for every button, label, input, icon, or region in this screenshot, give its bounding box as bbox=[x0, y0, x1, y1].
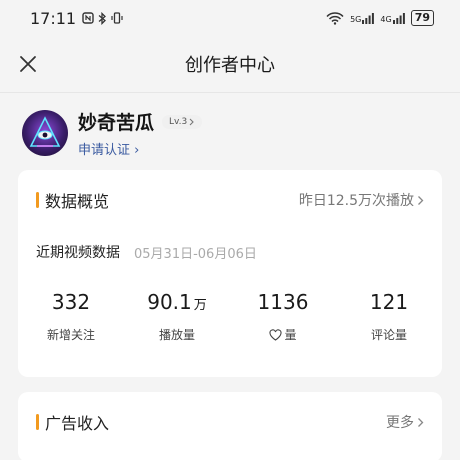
chevron-right-icon bbox=[189, 118, 195, 125]
stat-value: 1136 bbox=[258, 290, 309, 314]
stats-row: 332 新增关注 90.1 万 播放量 1136 量 121 评论量 bbox=[18, 290, 442, 343]
close-button[interactable] bbox=[16, 52, 40, 76]
stat-label: 评论量 bbox=[370, 328, 407, 342]
ad-income-header: 广告收入 更多 bbox=[36, 410, 424, 434]
stat-unit: 万 bbox=[193, 298, 207, 313]
stat-label: 量 bbox=[284, 328, 297, 342]
stat-label: 新增关注 bbox=[46, 328, 95, 342]
level-label: Lv.3 bbox=[169, 116, 188, 127]
wifi-icon bbox=[326, 11, 344, 25]
signal-4g-label: 4G bbox=[380, 14, 392, 24]
profile-header[interactable]: 妙奇苦瓜 Lv.3 申请认证 › bbox=[22, 108, 203, 158]
level-badge[interactable]: Lv.3 bbox=[162, 114, 203, 129]
signal-4g: 4G bbox=[380, 12, 405, 24]
stat-number: 121 bbox=[369, 290, 409, 314]
signal-icon bbox=[362, 12, 375, 24]
accent-bar bbox=[36, 192, 39, 208]
ad-income-title-wrap: 广告收入 bbox=[36, 410, 109, 434]
stat-comments[interactable]: 121 评论量 bbox=[336, 290, 442, 343]
stat-number: 90.1 bbox=[147, 290, 192, 314]
avatar[interactable] bbox=[22, 110, 68, 156]
status-time: 17:11 bbox=[30, 8, 77, 28]
bluetooth-icon bbox=[98, 11, 107, 25]
close-icon bbox=[20, 56, 36, 72]
stat-likes[interactable]: 1136 量 bbox=[230, 290, 336, 343]
status-bar: 17:11 5G 4G 79 bbox=[0, 0, 460, 36]
avatar-eye-pyramid-icon bbox=[29, 116, 61, 147]
profile-name-row: 妙奇苦瓜 Lv.3 bbox=[78, 108, 203, 135]
battery-indicator: 79 bbox=[410, 10, 434, 26]
stat-value: 90.1 万 bbox=[147, 290, 207, 314]
chevron-right-icon bbox=[418, 195, 424, 205]
data-overview-title: 数据概览 bbox=[45, 192, 110, 211]
more-link[interactable]: 更多 bbox=[386, 412, 424, 432]
yesterday-plays-link[interactable]: 昨日12.5万次播放 bbox=[299, 190, 424, 210]
period-range: 05月31日-06月06日 bbox=[134, 246, 257, 262]
stat-number: 332 bbox=[51, 290, 91, 314]
profile-name: 妙奇苦瓜 bbox=[78, 112, 155, 134]
stat-new-followers[interactable]: 332 新增关注 bbox=[18, 290, 124, 343]
ad-income-title: 广告收入 bbox=[45, 414, 110, 433]
data-overview-header: 数据概览 昨日12.5万次播放 bbox=[36, 188, 424, 212]
more-label: 更多 bbox=[386, 415, 414, 431]
ad-income-card: 广告收入 更多 bbox=[18, 392, 442, 460]
apply-verification-link[interactable]: 申请认证 › bbox=[78, 139, 202, 158]
status-right: 5G 4G 79 bbox=[326, 10, 434, 26]
chevron-right-icon bbox=[418, 417, 424, 427]
heart-icon bbox=[269, 328, 283, 341]
accent-bar bbox=[36, 414, 39, 430]
stat-play-count[interactable]: 90.1 万 播放量 bbox=[124, 290, 230, 343]
stat-label: 播放量 bbox=[158, 328, 195, 342]
data-overview-card: 数据概览 昨日12.5万次播放 近期视频数据 05月31日-06月06日 332… bbox=[18, 170, 442, 377]
period-label: 近期视频数据 bbox=[36, 245, 120, 261]
stat-value: 121 bbox=[370, 290, 408, 314]
signal-icon-2 bbox=[392, 12, 405, 24]
yesterday-plays-label: 昨日12.5万次播放 bbox=[298, 193, 414, 209]
nfc-icon bbox=[82, 12, 94, 24]
stat-value: 332 bbox=[52, 290, 90, 314]
status-left: 17:11 bbox=[30, 9, 123, 28]
vibrate-icon bbox=[111, 12, 123, 24]
nav-divider bbox=[0, 92, 460, 93]
period-row: 近期视频数据 05月31日-06月06日 bbox=[36, 242, 257, 262]
page-title: 创作者中心 bbox=[185, 55, 275, 76]
signal-5g-label: 5G bbox=[350, 14, 362, 24]
data-overview-title-wrap: 数据概览 bbox=[36, 188, 109, 212]
status-left-icons bbox=[82, 11, 123, 25]
profile-info: 妙奇苦瓜 Lv.3 申请认证 › bbox=[78, 108, 203, 158]
signal-5g: 5G bbox=[350, 12, 375, 24]
stat-label-wrap: 量 bbox=[269, 326, 297, 343]
nav-bar: 创作者中心 bbox=[0, 36, 460, 92]
stat-number: 1136 bbox=[257, 290, 309, 314]
